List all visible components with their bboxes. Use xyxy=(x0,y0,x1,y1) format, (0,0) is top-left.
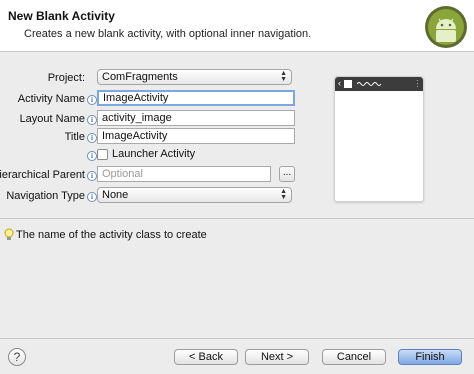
select-arrows-icon: ▲ ▼ xyxy=(280,188,287,201)
next-button[interactable]: Next > xyxy=(245,349,309,365)
hierarchical-parent-input[interactable]: Optional xyxy=(97,166,271,182)
bottom-separator xyxy=(0,338,474,339)
layout-name-label: Layout Name xyxy=(19,113,85,125)
select-arrows-icon: ▲ ▼ xyxy=(280,70,287,83)
title-label: Title xyxy=(64,131,85,143)
navigation-type-value: None xyxy=(102,189,129,201)
preview-action-bar: ‹ · · · xyxy=(335,77,423,91)
info-icon: i xyxy=(87,133,97,143)
lightbulb-icon xyxy=(4,228,14,240)
hierarchical-parent-label: Hierarchical Parent xyxy=(0,169,85,181)
navigation-type-label: Navigation Type xyxy=(6,190,85,202)
layout-name-input[interactable]: activity_image xyxy=(97,110,295,126)
launcher-activity-checkbox[interactable] xyxy=(97,149,108,160)
preview-app-icon xyxy=(344,80,352,88)
info-icon: i xyxy=(87,95,97,105)
launcher-activity-label: Launcher Activity xyxy=(112,148,196,160)
project-select-value: ComFragments xyxy=(102,71,178,83)
title-input[interactable]: ImageActivity xyxy=(97,128,295,144)
info-icon: i xyxy=(87,171,97,181)
activity-preview: ‹ · · · xyxy=(334,76,424,202)
activity-name-label: Activity Name xyxy=(17,93,85,105)
preview-back-caret-icon: ‹ xyxy=(338,78,341,88)
wizard-subtitle: Creates a new blank activity, with optio… xyxy=(24,28,312,40)
cancel-button[interactable]: Cancel xyxy=(322,349,386,365)
activity-name-input[interactable]: ImageActivity xyxy=(97,90,295,106)
wizard-title: New Blank Activity xyxy=(8,9,115,23)
help-icon[interactable]: ? xyxy=(8,348,26,366)
info-icon: i xyxy=(87,115,97,125)
android-logo-icon xyxy=(425,6,467,48)
back-button[interactable]: < Back xyxy=(174,349,238,365)
finish-button[interactable]: Finish xyxy=(398,349,462,365)
status-message: The name of the activity class to create xyxy=(16,229,207,241)
preview-title-squiggle-icon xyxy=(357,82,382,86)
project-select[interactable]: ComFragments ▲ ▼ xyxy=(97,69,292,85)
browse-button[interactable]: ... xyxy=(279,166,295,182)
wizard-header: New Blank Activity Creates a new blank a… xyxy=(0,0,474,52)
navigation-type-select[interactable]: None ▲ ▼ xyxy=(97,187,292,203)
info-icon: i xyxy=(87,151,97,161)
project-label: Project: xyxy=(47,72,85,84)
info-icon: i xyxy=(87,192,97,202)
separator xyxy=(0,218,474,219)
preview-overflow-icon: · · · xyxy=(416,76,419,91)
